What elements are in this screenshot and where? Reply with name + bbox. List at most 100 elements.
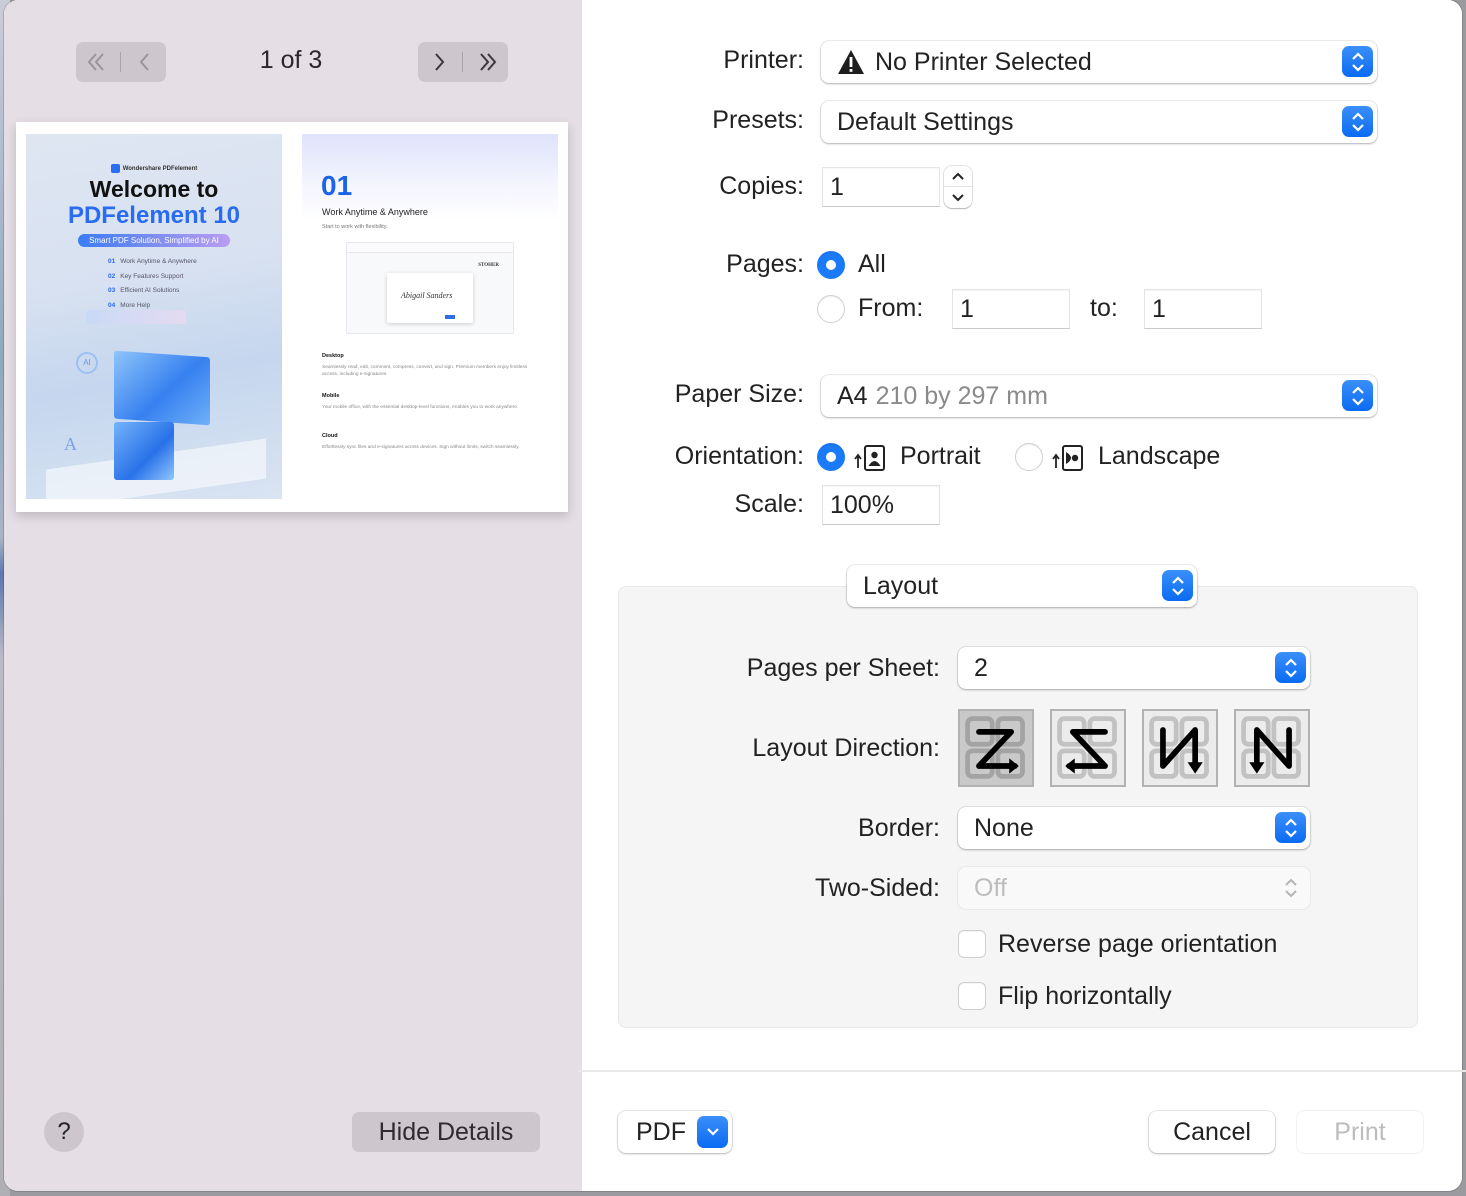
section-body: Your mobile office, with the essential d… xyxy=(322,405,519,410)
copies-label: Copies: xyxy=(719,172,804,200)
preview-pane: 1 of 3 Wondershare PDFelement Welcome to… xyxy=(4,0,582,1191)
hide-details-button[interactable]: Hide Details xyxy=(352,1112,540,1152)
section-title: Work Anytime & Anywhere xyxy=(322,207,428,217)
chevron-right-icon xyxy=(435,53,445,71)
cancel-button[interactable]: Cancel xyxy=(1149,1111,1275,1153)
reverse-page-orientation-label: Reverse page orientation xyxy=(998,930,1278,958)
toc-item: 02 Key Features Support xyxy=(108,272,184,280)
print-options-value: Layout xyxy=(863,571,939,600)
section-number: 01 xyxy=(321,170,353,201)
presets-value: Default Settings xyxy=(837,107,1014,136)
pdf-label: PDF xyxy=(636,1118,686,1146)
copies-stepper[interactable] xyxy=(944,166,972,208)
section-heading: Mobile xyxy=(322,393,340,399)
preview-cover-page: Wondershare PDFelement Welcome to PDFele… xyxy=(26,134,282,499)
flip-horizontally-checkbox[interactable] xyxy=(958,982,986,1010)
section-body: Seamlessly read, edit, comment, compress… xyxy=(322,365,528,377)
pages-to-input[interactable]: 1 xyxy=(1144,289,1262,329)
last-page-button[interactable] xyxy=(469,42,505,82)
cover-tagline: Smart PDF Solution, Simplified by AI xyxy=(78,234,230,247)
chevron-up-icon xyxy=(952,172,964,180)
orientation-landscape-radio[interactable] xyxy=(1015,443,1043,471)
footer-divider xyxy=(578,1070,1466,1072)
cover-brand-text: Wondershare PDFelement xyxy=(122,166,198,173)
pages-label: Pages: xyxy=(726,250,804,278)
cover-title-line1: Welcome to xyxy=(89,176,219,202)
cover-title-line2: PDFelement 10 xyxy=(67,202,241,229)
print-preview-sheet: Wondershare PDFelement Welcome to PDFele… xyxy=(16,122,568,512)
section-subtitle: Start to work with flexibility. xyxy=(322,224,388,230)
orientation-portrait-radio[interactable] xyxy=(817,443,845,471)
pages-to-label: to: xyxy=(1090,294,1118,322)
double-chevron-left-icon xyxy=(87,53,104,71)
toc-item: 01 Work Anytime & Anywhere xyxy=(108,258,197,265)
pages-per-sheet-label: Pages per Sheet: xyxy=(746,654,940,682)
presets-select[interactable]: Default Settings xyxy=(821,101,1377,143)
two-sided-select[interactable]: Off xyxy=(958,867,1310,909)
border-label: Border: xyxy=(858,814,940,842)
popup-stepper-icon xyxy=(1342,106,1373,137)
ai-badge-icon: AI xyxy=(76,352,98,374)
popup-stepper-icon xyxy=(1275,872,1306,903)
chevron-down-icon xyxy=(952,193,964,201)
layout-direction-n-left[interactable] xyxy=(1142,709,1218,787)
paper-size-select[interactable]: A4 210 by 297 mm xyxy=(821,375,1377,417)
toc-item: 03 Efficient AI Solutions xyxy=(108,287,180,294)
nav-separator xyxy=(120,52,122,72)
copies-increment[interactable] xyxy=(944,166,972,187)
double-chevron-right-icon xyxy=(480,53,497,71)
portrait-label: Portrait xyxy=(900,442,981,470)
popup-stepper-icon xyxy=(1342,46,1373,77)
mockup-brand: STOHER xyxy=(478,263,499,268)
pages-per-sheet-select[interactable]: 2 xyxy=(958,647,1310,689)
scale-label: Scale: xyxy=(734,490,804,518)
printer-select[interactable]: No Printer Selected xyxy=(821,41,1377,83)
chevron-left-icon xyxy=(139,53,149,71)
illustration-ribbon xyxy=(86,310,186,324)
pages-from-input[interactable]: 1 xyxy=(952,289,1070,329)
next-page-button[interactable] xyxy=(421,42,457,82)
portrait-orientation-icon xyxy=(854,445,885,471)
preview-content-page: 01 Work Anytime & Anywhere Start to work… xyxy=(302,134,558,499)
paper-size-name: A4 xyxy=(837,381,868,410)
layout-direction-label: Layout Direction: xyxy=(752,734,940,762)
printer-label: Printer: xyxy=(723,46,804,74)
pages-all-radio[interactable] xyxy=(817,251,845,279)
pages-all-label: All xyxy=(858,250,886,278)
cover-illustration: AI A xyxy=(26,304,282,499)
print-options-menu[interactable]: Layout xyxy=(847,565,1197,607)
flip-horizontally-label: Flip horizontally xyxy=(998,982,1172,1010)
popup-stepper-icon xyxy=(1342,380,1373,411)
print-button[interactable]: Print xyxy=(1297,1111,1423,1153)
border-select[interactable]: None xyxy=(958,807,1310,849)
popup-stepper-icon xyxy=(1275,812,1306,843)
scale-input[interactable]: 100% xyxy=(822,485,940,525)
copies-input[interactable]: 1 xyxy=(822,167,940,207)
mockup-toolbar xyxy=(347,243,513,253)
copies-decrement[interactable] xyxy=(944,187,972,208)
n-top-to-bottom-left-icon xyxy=(1149,716,1209,779)
section-heading: Cloud xyxy=(322,433,338,439)
app-screenshot-mockup: STOHER Abigail Sanders xyxy=(346,242,514,334)
paper-size-dimensions: 210 by 297 mm xyxy=(875,381,1048,410)
border-value: None xyxy=(974,813,1034,842)
reverse-page-orientation-checkbox[interactable] xyxy=(958,930,986,958)
pages-range-radio[interactable] xyxy=(817,295,845,323)
chevron-down-icon xyxy=(697,1116,728,1148)
layout-direction-z-rtl[interactable] xyxy=(1050,709,1126,787)
mockup-signature: Abigail Sanders xyxy=(401,291,453,300)
mockup-ok-button xyxy=(445,315,455,319)
orientation-label: Orientation: xyxy=(674,442,804,470)
first-page-button[interactable] xyxy=(79,42,115,82)
two-sided-label: Two-Sided: xyxy=(814,874,940,902)
section-heading: Desktop xyxy=(322,353,344,359)
two-sided-value: Off xyxy=(974,873,1007,902)
previous-page-button[interactable] xyxy=(127,42,163,82)
pdf-menu-button[interactable]: PDF xyxy=(618,1111,732,1153)
landscape-label: Landscape xyxy=(1098,442,1221,470)
help-button[interactable]: ? xyxy=(44,1112,84,1152)
layout-direction-z-ltr[interactable] xyxy=(958,709,1034,787)
section-body: Effortlessly sync files and e-signatures… xyxy=(322,445,520,450)
layout-direction-n-right[interactable] xyxy=(1234,709,1310,787)
z-left-to-right-icon xyxy=(965,716,1025,779)
